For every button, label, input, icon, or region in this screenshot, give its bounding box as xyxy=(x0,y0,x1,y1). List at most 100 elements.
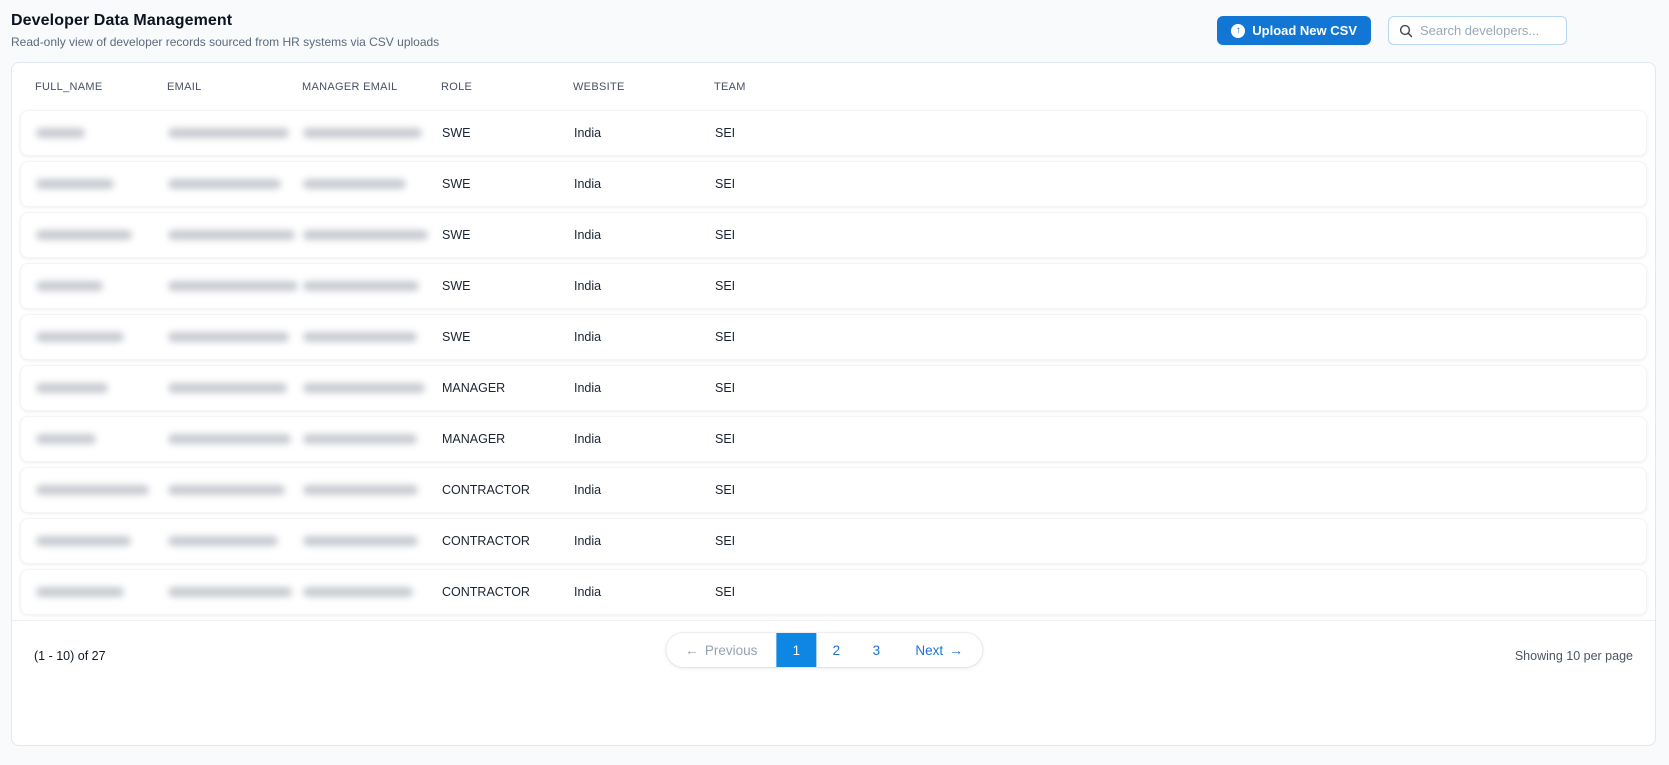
team-cell: SEI xyxy=(715,432,736,446)
table-row: SWE India SEI xyxy=(20,161,1647,207)
team-cell: SEI xyxy=(715,483,736,497)
website-cell: India xyxy=(574,177,602,191)
column-header: TEAM xyxy=(714,80,746,93)
arrow-left-icon: ← xyxy=(684,642,699,658)
role-cell: CONTRACTOR xyxy=(442,534,530,548)
email-redacted-cell xyxy=(168,434,303,444)
email-redacted-blur xyxy=(168,587,292,597)
email-redacted-cell xyxy=(168,587,303,597)
website-cell: India xyxy=(574,534,602,548)
manager-email-redacted-cell xyxy=(303,332,442,342)
website-cell: India xyxy=(574,585,602,599)
team-cell: SEI xyxy=(715,279,736,293)
table-body: SWE India SEI SWE India SEI SWE India SEI SWE Indi… xyxy=(12,110,1655,615)
manager-email-redacted-cell xyxy=(303,179,442,189)
upload-arrow-up-circle-icon: ↑ xyxy=(1231,23,1246,38)
full-name-redacted-cell xyxy=(36,179,168,189)
role-cell: SWE xyxy=(442,126,471,140)
next-label: Next xyxy=(915,642,944,658)
upload-new-csv-button[interactable]: ↑ Upload New CSV xyxy=(1217,16,1371,45)
manager-email-redacted-cell xyxy=(303,536,442,546)
page-buttons: 123 xyxy=(776,633,896,667)
full-name-redacted-cell xyxy=(36,383,168,393)
role-cell: SWE xyxy=(442,279,471,293)
website-cell: India xyxy=(574,330,602,344)
role-cell: MANAGER xyxy=(442,432,506,446)
email-redacted-blur xyxy=(168,536,278,546)
email-redacted-cell xyxy=(168,536,303,546)
table-row: CONTRACTOR India SEI xyxy=(20,518,1647,564)
manager-email-redacted-blur xyxy=(303,128,422,138)
team-cell: SEI xyxy=(715,228,736,242)
manager-email-redacted-blur xyxy=(303,179,406,189)
table-row: SWE India SEI xyxy=(20,110,1647,156)
email-redacted-blur xyxy=(168,332,289,342)
title-block: Developer Data Management Read-only view… xyxy=(11,12,439,49)
role-cell: SWE xyxy=(442,177,471,191)
website-cell: India xyxy=(574,279,602,293)
next-page-button[interactable]: Next → xyxy=(896,633,982,667)
email-redacted-cell xyxy=(168,128,303,138)
email-redacted-cell xyxy=(168,179,303,189)
upload-button-label: Upload New CSV xyxy=(1252,23,1357,38)
full-name-redacted-cell xyxy=(36,536,168,546)
manager-email-redacted-blur xyxy=(303,281,419,291)
manager-email-redacted-cell xyxy=(303,485,442,495)
email-redacted-blur xyxy=(168,128,289,138)
role-cell: CONTRACTOR xyxy=(442,585,530,599)
previous-page-button[interactable]: ← Previous xyxy=(666,633,777,667)
table-footer: (1 - 10) of 27 ← Previous 123 Next → Sho… xyxy=(12,621,1655,681)
email-redacted-blur xyxy=(168,383,287,393)
manager-email-redacted-cell xyxy=(303,128,442,138)
full-name-redacted-blur xyxy=(36,179,114,189)
email-redacted-cell xyxy=(168,230,303,240)
search-box[interactable] xyxy=(1388,16,1567,45)
manager-email-redacted-blur xyxy=(303,485,418,495)
email-redacted-blur xyxy=(168,230,295,240)
email-redacted-blur xyxy=(168,281,298,291)
full-name-redacted-blur xyxy=(36,536,131,546)
full-name-redacted-cell xyxy=(36,332,168,342)
full-name-redacted-cell xyxy=(36,587,168,597)
page-button-1[interactable]: 1 xyxy=(776,633,817,667)
manager-email-redacted-cell xyxy=(303,281,442,291)
role-cell: MANAGER xyxy=(442,381,506,395)
full-name-redacted-blur xyxy=(36,383,108,393)
team-cell: SEI xyxy=(715,330,736,344)
role-cell: SWE xyxy=(442,228,471,242)
email-redacted-blur xyxy=(168,485,285,495)
search-icon xyxy=(1399,24,1413,37)
manager-email-redacted-blur xyxy=(303,332,417,342)
pagination: ← Previous 123 Next → xyxy=(665,633,983,667)
team-cell: SEI xyxy=(715,534,736,548)
full-name-redacted-cell xyxy=(36,281,168,291)
website-cell: India xyxy=(574,432,602,446)
column-header: FULL_NAME xyxy=(35,80,103,93)
website-cell: India xyxy=(574,228,602,242)
email-redacted-cell xyxy=(168,383,303,393)
full-name-redacted-cell xyxy=(36,230,168,240)
full-name-redacted-cell xyxy=(36,485,168,495)
manager-email-redacted-cell xyxy=(303,383,442,393)
search-developers-input[interactable] xyxy=(1420,23,1556,38)
team-cell: SEI xyxy=(715,381,736,395)
manager-email-redacted-blur xyxy=(303,587,413,597)
email-redacted-blur xyxy=(168,434,291,444)
manager-email-redacted-blur xyxy=(303,383,425,393)
manager-email-redacted-blur xyxy=(303,434,417,444)
manager-email-redacted-cell xyxy=(303,434,442,444)
page-button-2[interactable]: 2 xyxy=(816,633,856,667)
page-button-3[interactable]: 3 xyxy=(856,633,896,667)
full-name-redacted-blur xyxy=(36,485,149,495)
full-name-redacted-blur xyxy=(36,434,96,444)
full-name-redacted-blur xyxy=(36,128,85,138)
developer-table-card: FULL_NAME EMAIL MANAGER EMAIL ROLE WEBSITE TE… xyxy=(11,62,1656,746)
website-cell: India xyxy=(574,483,602,497)
table-row: SWE India SEI xyxy=(20,212,1647,258)
table-row: CONTRACTOR India SEI xyxy=(20,467,1647,513)
full-name-redacted-blur xyxy=(36,587,124,597)
table-row: MANAGER India SEI xyxy=(20,416,1647,462)
arrow-right-icon: → xyxy=(949,642,964,658)
page-title: Developer Data Management xyxy=(11,12,233,29)
full-name-redacted-blur xyxy=(36,332,124,342)
